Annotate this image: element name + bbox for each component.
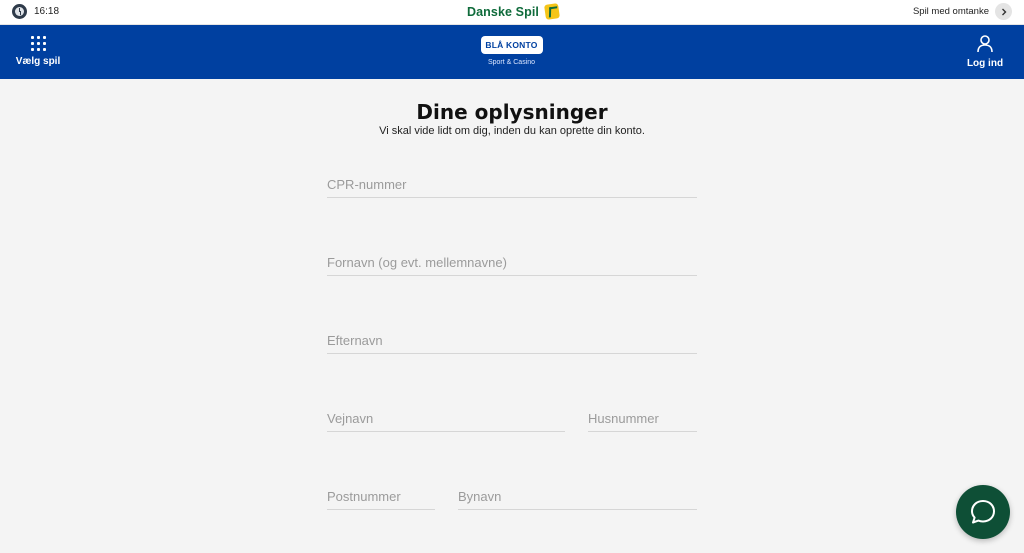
city-input[interactable] (458, 484, 697, 508)
account-subtitle: Sport & Casino (487, 59, 536, 66)
user-icon (977, 35, 993, 53)
first-name-input[interactable] (327, 250, 697, 274)
brand-logo-link[interactable]: Danske Spil (467, 3, 560, 20)
chat-bubble-icon (971, 500, 995, 524)
top-status-bar: 16:18 Danske Spil Spil med omtanke (0, 0, 1024, 25)
page-title: Dine oplysninger (416, 100, 608, 124)
postal-code-input[interactable] (327, 484, 435, 508)
cpr-input[interactable] (327, 172, 697, 196)
danske-spil-logo-icon (543, 3, 560, 20)
account-badge[interactable]: BLÅ KONTO (480, 36, 543, 54)
grid-icon (30, 36, 46, 51)
house-number-input[interactable] (588, 406, 697, 430)
cpr-field (327, 172, 697, 198)
choose-game-label: Vælg spil (15, 56, 61, 67)
chevron-right-icon[interactable] (995, 3, 1012, 20)
postal-code-field (327, 484, 435, 510)
responsible-gaming-link[interactable]: Spil med omtanke (913, 3, 1012, 20)
house-number-field (588, 406, 697, 432)
first-name-field (327, 250, 697, 276)
last-name-input[interactable] (327, 328, 697, 352)
page-subtitle: Vi skal vide lidt om dig, inden du kan o… (379, 125, 645, 137)
last-name-field (327, 328, 697, 354)
brand-name: Danske Spil (467, 4, 539, 19)
chat-button[interactable] (956, 485, 1010, 539)
city-field (458, 484, 697, 510)
session-time: 16:18 (34, 6, 60, 17)
account-switcher[interactable]: BLÅ KONTO Sport & Casino (480, 36, 543, 66)
login-button[interactable]: Log ind (967, 35, 1003, 69)
main-navigation: Vælg spil BLÅ KONTO Sport & Casino Log i… (0, 25, 1024, 79)
login-label: Log ind (966, 58, 1004, 69)
responsible-gaming-label: Spil med omtanke (912, 6, 989, 17)
choose-game-button[interactable]: Vælg spil (16, 36, 60, 67)
street-field (327, 406, 565, 432)
session-clock: 16:18 (12, 4, 59, 19)
street-input[interactable] (327, 406, 565, 430)
clock-icon (12, 4, 27, 19)
